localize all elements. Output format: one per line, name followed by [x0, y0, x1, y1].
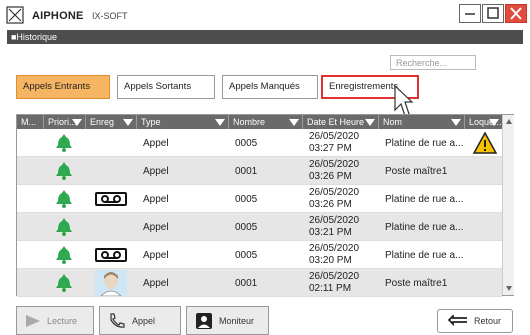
- table-row[interactable]: Appel 0005 26/05/2020 03:20 PM Platine de…: [17, 241, 502, 269]
- cell-type: Appel: [143, 249, 169, 261]
- table-row[interactable]: Appel 0005 26/05/2020 03:21 PM Platine de…: [17, 213, 502, 241]
- sort-arrow-icon: [215, 119, 225, 126]
- back-arrow-icon: [448, 315, 467, 327]
- cassette-icon: [95, 192, 127, 206]
- cell-date-time: 26/05/2020 02:11 PM: [309, 271, 360, 294]
- aiphone-logo-icon: [6, 6, 24, 24]
- column-header-lock[interactable]: Loque...: [465, 115, 502, 129]
- cell-type: Appel: [143, 221, 169, 233]
- close-icon: [510, 7, 522, 20]
- cell-name: Platine de rue a...: [385, 137, 464, 149]
- table-row[interactable]: Appel 0001 26/05/2020 02:11 PM Poste maît…: [17, 269, 502, 297]
- person-icon: [95, 270, 127, 296]
- cell-number: 0005: [235, 193, 258, 205]
- warning-icon: [473, 132, 497, 154]
- cell-name: Platine de rue a...: [385, 221, 464, 233]
- cell-date-time: 26/05/2020 03:26 PM: [309, 187, 360, 210]
- minimize-button[interactable]: [459, 4, 481, 23]
- table-row[interactable]: Appel 0005 26/05/2020 03:27 PM Platine de…: [17, 129, 502, 157]
- sort-arrow-icon: [365, 119, 375, 126]
- brand-label: AIPHONE: [32, 10, 84, 22]
- cell-name: Platine de rue a...: [385, 249, 464, 261]
- table-body: Appel 0005 26/05/2020 03:27 PM Platine de…: [17, 129, 502, 297]
- maximize-icon: [487, 7, 499, 19]
- lecture-button[interactable]: Lecture: [16, 306, 94, 335]
- retour-label: Retour: [474, 316, 502, 326]
- play-icon: [26, 314, 40, 327]
- cell-date-time: 26/05/2020 03:27 PM: [309, 131, 360, 154]
- column-header-name[interactable]: Nom: [379, 115, 465, 129]
- search-input[interactable]: Recherche...: [390, 55, 476, 70]
- column-header-m[interactable]: M...: [17, 115, 44, 129]
- column-header-number[interactable]: Nombre: [229, 115, 303, 129]
- bell-icon: [56, 274, 72, 292]
- sort-arrow-icon: [123, 119, 133, 126]
- appel-button[interactable]: Appel: [99, 306, 181, 335]
- bell-icon: [56, 134, 72, 152]
- cell-number: 0001: [235, 277, 258, 289]
- title-bar: AIPHONE IX-SOFT: [0, 0, 530, 30]
- cell-date-time: 26/05/2020 03:26 PM: [309, 159, 360, 182]
- sort-arrow-icon: [289, 119, 299, 126]
- cell-name: Poste maître1: [385, 277, 448, 289]
- section-title: ■Historique: [7, 30, 523, 44]
- tab-incoming-calls[interactable]: Appels Entrants: [16, 75, 110, 99]
- scroll-up-icon[interactable]: [506, 119, 512, 124]
- history-table: M... Priori... Enreg Type Nombre Date Et…: [16, 114, 514, 297]
- moniteur-button[interactable]: Moniteur: [186, 306, 269, 335]
- vertical-scrollbar[interactable]: [502, 115, 514, 295]
- phone-icon: [110, 312, 125, 328]
- column-header-type[interactable]: Type: [137, 115, 229, 129]
- scroll-down-icon[interactable]: [506, 286, 512, 291]
- bell-icon: [56, 190, 72, 208]
- cell-type: Appel: [143, 137, 169, 149]
- cell-type: Appel: [143, 277, 169, 289]
- table-header: M... Priori... Enreg Type Nombre Date Et…: [17, 115, 502, 129]
- bell-icon: [56, 162, 72, 180]
- table-row[interactable]: Appel 0005 26/05/2020 03:26 PM Platine de…: [17, 185, 502, 213]
- cell-number: 0005: [235, 137, 258, 149]
- cell-number: 0005: [235, 249, 258, 261]
- cell-name: Poste maître1: [385, 165, 448, 177]
- sort-arrow-icon: [451, 119, 461, 126]
- column-header-recording[interactable]: Enreg: [86, 115, 137, 129]
- cell-date-time: 26/05/2020 03:21 PM: [309, 215, 360, 238]
- cell-type: Appel: [143, 165, 169, 177]
- moniteur-label: Moniteur: [219, 315, 255, 326]
- cassette-icon: [95, 248, 127, 262]
- tab-outgoing-calls[interactable]: Appels Sortants: [117, 75, 215, 99]
- bell-icon: [56, 218, 72, 236]
- close-button[interactable]: [505, 4, 527, 23]
- sort-arrow-icon: [489, 119, 499, 126]
- column-header-priority[interactable]: Priori...: [44, 115, 86, 129]
- sort-arrow-icon: [72, 119, 82, 126]
- maximize-button[interactable]: [482, 4, 504, 23]
- minimize-icon: [465, 13, 475, 15]
- product-label: IX-SOFT: [92, 11, 128, 21]
- cell-type: Appel: [143, 193, 169, 205]
- cell-number: 0005: [235, 221, 258, 233]
- cell-date-time: 26/05/2020 03:20 PM: [309, 243, 360, 266]
- mouse-cursor-icon: [394, 84, 413, 117]
- column-header-date-time[interactable]: Date Et Heure: [303, 115, 379, 129]
- lecture-label: Lecture: [47, 315, 78, 326]
- tab-missed-calls[interactable]: Appels Manqués: [222, 75, 318, 99]
- appel-label: Appel: [132, 315, 156, 326]
- cell-number: 0001: [235, 165, 258, 177]
- bell-icon: [56, 246, 72, 264]
- monitor-person-icon: [196, 312, 212, 329]
- table-row[interactable]: Appel 0001 26/05/2020 03:26 PM Poste maît…: [17, 157, 502, 185]
- retour-button[interactable]: Retour: [437, 309, 513, 333]
- cell-name: Platine de rue a...: [385, 193, 464, 205]
